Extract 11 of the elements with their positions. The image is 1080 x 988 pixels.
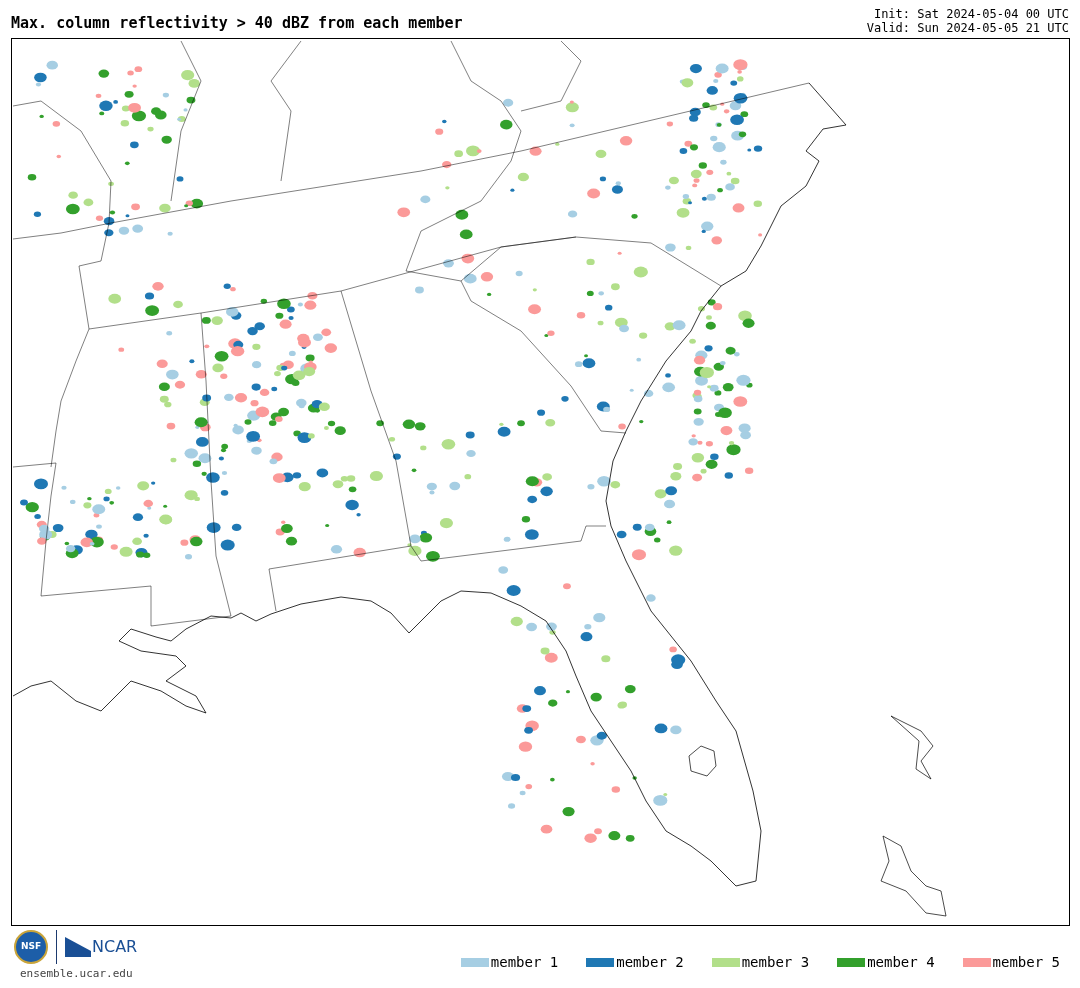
chart-title: Max. column reflectivity > 40 dBZ from each member: [11, 16, 463, 31]
legend-label: member 5: [992, 952, 1060, 972]
site-url: ensemble.ucar.edu: [20, 966, 133, 982]
legend-label: member 3: [741, 952, 810, 972]
legend-label: member 4: [867, 952, 935, 972]
nsf-logo: NSF: [14, 930, 48, 964]
legend-label: member 1: [490, 952, 559, 972]
valid-time: Valid: Sun 2024-05-05 21 UTC: [866, 21, 1069, 35]
init-time: Init: Sat 2024-05-04 00 UTC: [873, 7, 1069, 21]
legend-label: member 2: [616, 952, 684, 972]
ncar-logo: NCAR: [65, 935, 138, 959]
